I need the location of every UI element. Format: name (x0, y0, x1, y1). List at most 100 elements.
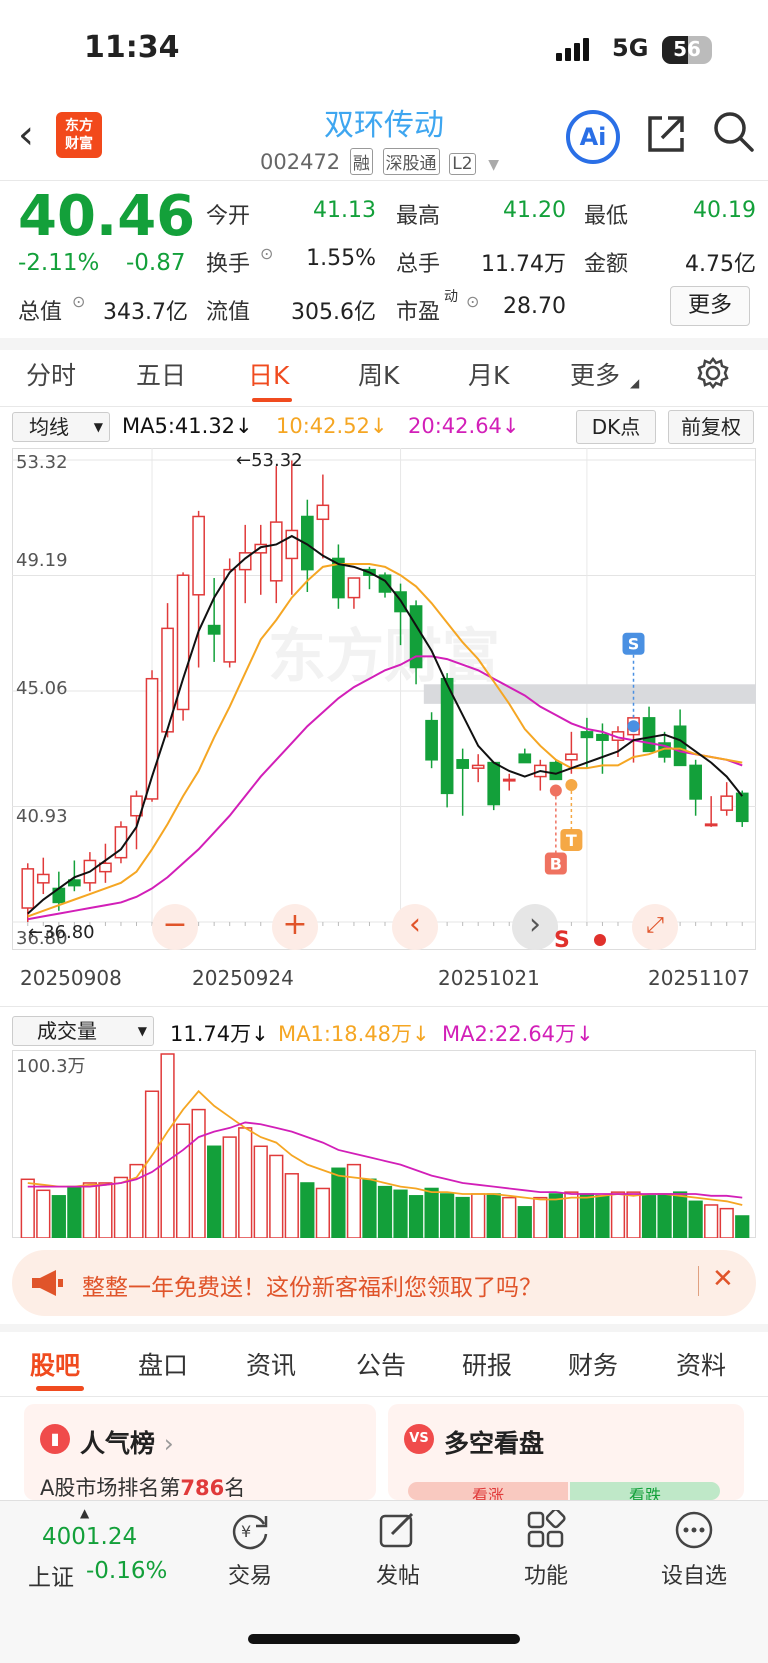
nav-trade[interactable]: 交易 (210, 1558, 290, 1590)
search-icon[interactable] (712, 110, 756, 154)
scroll-left-button[interactable]: ‹ (392, 904, 438, 950)
volume-chart[interactable] (12, 1050, 756, 1238)
buy-marker-dot (549, 784, 562, 797)
nav-add-watchlist[interactable]: 设自选 (644, 1558, 744, 1590)
tab-underline (252, 398, 292, 402)
volume-axis-label: 100.3万 (16, 1056, 86, 1077)
volume-label: 总手 (396, 252, 441, 277)
ai-button[interactable]: Ai (566, 110, 620, 164)
home-indicator[interactable] (248, 1634, 520, 1644)
caret-up-icon[interactable]: ▲ (80, 1506, 89, 1520)
pe-label: 市盈 (396, 300, 441, 325)
info-icon[interactable]: ⊙ (72, 292, 85, 311)
index-name[interactable]: 上证 (28, 1558, 74, 1592)
fullscreen-button[interactable]: ⤢ (632, 904, 678, 950)
candle (456, 759, 470, 769)
scroll-right-button[interactable]: › (512, 904, 558, 950)
more-circle-icon[interactable] (674, 1510, 714, 1550)
date-label: 20250924 (192, 966, 294, 990)
volume-bar (82, 1182, 98, 1238)
candle (704, 823, 718, 827)
info-icon[interactable]: ⊙ (260, 244, 273, 263)
info-icon[interactable]: ⊙ (466, 292, 479, 311)
volume-bar (579, 1193, 595, 1238)
tag-connect: 深股通 (382, 148, 440, 175)
index-change[interactable]: -0.16% (86, 1558, 167, 1584)
close-icon[interactable]: ✕ (712, 1264, 734, 1294)
tab-finance[interactable]: 财务 (568, 1346, 618, 1382)
tab-weekly-k[interactable]: 周K (358, 356, 399, 392)
tab-profile[interactable]: 资料 (676, 1346, 726, 1382)
tag-margin: 融 (349, 148, 373, 175)
post-icon[interactable] (378, 1510, 418, 1550)
candle (471, 764, 485, 769)
tag-l2: L2 (449, 153, 476, 175)
settings-icon[interactable] (696, 356, 730, 390)
functions-icon[interactable] (526, 1510, 566, 1550)
volume-bar (641, 1195, 657, 1238)
caret-down-icon[interactable]: ▼ (488, 157, 499, 173)
volume-bar (486, 1193, 501, 1238)
amount-value: 4.75亿 (685, 252, 756, 277)
tab-research[interactable]: 研报 (462, 1346, 512, 1382)
tab-intraday[interactable]: 分时 (26, 356, 76, 392)
share-icon[interactable] (644, 112, 688, 156)
vol-ma2-label: MA2:22.64万↓ (442, 1022, 594, 1046)
tab-orderbook[interactable]: 盘口 (138, 1346, 188, 1382)
ma-select[interactable]: 均线 ▼ (12, 412, 110, 442)
current-price: 40.46 (18, 184, 196, 249)
tab-news[interactable]: 资讯 (246, 1346, 296, 1382)
caret-icon: ◢ (630, 376, 640, 390)
volume-value: 11.74万 (481, 252, 566, 277)
kline-chart[interactable]: 东方财富 BT S (12, 448, 756, 950)
tab-announcements[interactable]: 公告 (356, 1346, 406, 1382)
tab-5day[interactable]: 五日 (136, 356, 186, 392)
back-icon[interactable]: ‹ (18, 112, 34, 158)
sell-marker-text: S (628, 635, 640, 654)
tab-monthly-k[interactable]: 月K (468, 356, 509, 392)
nav-functions[interactable]: 功能 (504, 1558, 588, 1590)
bearish-bar[interactable]: 看跌 (570, 1482, 720, 1500)
volume-bar (735, 1215, 750, 1238)
volume-bar (129, 1163, 144, 1238)
volume-bar (657, 1193, 672, 1238)
nav-post[interactable]: 发帖 (356, 1558, 440, 1590)
dk-point-button[interactable]: DK点 (576, 410, 656, 444)
turnover-label: 换手 (206, 252, 251, 277)
candle (269, 521, 283, 582)
candle (502, 778, 516, 782)
long-short-title: 多空看盘 (444, 1429, 545, 1458)
change-percent: -2.11% (18, 250, 100, 276)
turnover-value: 1.55% (306, 246, 376, 271)
zoom-out-button[interactable]: − (152, 904, 198, 950)
trade-marker-text: T (566, 831, 577, 850)
volume-bar (346, 1163, 362, 1238)
candle (207, 624, 221, 635)
tab-forum[interactable]: 股吧 (30, 1346, 80, 1382)
tab-more[interactable]: 更多 (570, 356, 620, 392)
trade-icon[interactable]: ¥ (228, 1510, 272, 1550)
volume-bar (253, 1145, 268, 1238)
candle (316, 504, 330, 521)
date-label: 20251021 (438, 966, 540, 990)
volume-bar (67, 1185, 82, 1238)
promo-text: 整整一年免费送！这份新客福利您领取了吗？ (82, 1275, 542, 1301)
volume-bar (672, 1191, 688, 1238)
zoom-in-button[interactable]: + (272, 904, 318, 950)
more-button[interactable]: 更多 (670, 286, 750, 326)
index-value[interactable]: 4001.24 (42, 1524, 137, 1550)
tab-daily-k[interactable]: 日K (248, 356, 289, 392)
price-axis-label: 49.19 (16, 550, 68, 571)
candle (565, 753, 578, 761)
tab-underline (36, 1386, 84, 1391)
float-cap-value: 305.6亿 (291, 300, 376, 325)
high-label: 最高 (396, 204, 441, 229)
indicator-select[interactable]: 成交量 ▼ (12, 1016, 154, 1046)
volume-bar (393, 1189, 408, 1238)
ma10-label: 10:42.52↓ (276, 414, 388, 438)
volume-bar (595, 1195, 610, 1238)
bullish-bar[interactable]: 看涨 (408, 1482, 568, 1500)
high-value: 41.20 (503, 198, 566, 223)
volume-bar (533, 1196, 548, 1238)
adjust-button[interactable]: 前复权 (668, 410, 754, 444)
